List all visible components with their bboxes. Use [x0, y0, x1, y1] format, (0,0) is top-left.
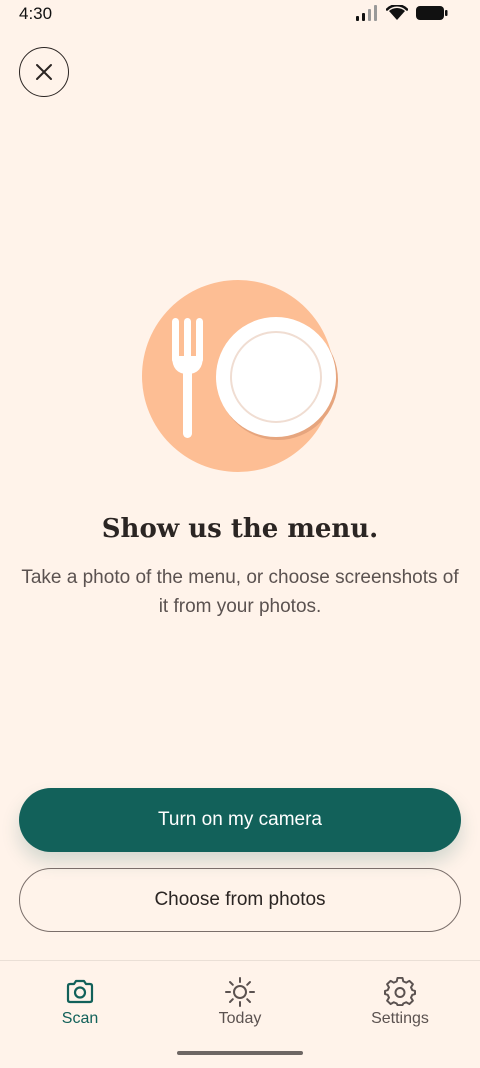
nav-label-today: Today	[218, 1010, 262, 1027]
nav-item-settings[interactable]: Settings	[350, 976, 450, 1028]
wifi-icon	[386, 5, 408, 21]
signal-icon	[356, 5, 377, 21]
page-title: Show us the menu.	[101, 514, 379, 544]
camera-icon	[66, 979, 94, 1004]
close-icon	[36, 64, 52, 80]
gear-icon	[384, 976, 416, 1007]
battery-icon	[416, 6, 448, 20]
status-bar: 4:30	[0, 0, 480, 30]
menu-illustration	[140, 278, 340, 478]
nav-label-settings: Settings	[371, 1010, 429, 1027]
home-indicator	[177, 1051, 303, 1055]
sun-icon	[225, 977, 255, 1007]
nav-item-scan[interactable]: Scan	[30, 976, 130, 1028]
choose-from-photos-button[interactable]: Choose from photos	[19, 868, 461, 932]
status-time: 4:30	[19, 4, 53, 23]
nav-label-scan: Scan	[61, 1010, 99, 1027]
page-description: Take a photo of the menu, or choose scre…	[21, 567, 459, 617]
plate-fork-icon	[142, 280, 338, 472]
status-icons	[356, 5, 448, 21]
nav-item-today[interactable]: Today	[190, 976, 290, 1028]
plate-shape	[216, 317, 336, 437]
close-button[interactable]	[19, 47, 69, 97]
turn-on-camera-button[interactable]: Turn on my camera	[19, 788, 461, 852]
